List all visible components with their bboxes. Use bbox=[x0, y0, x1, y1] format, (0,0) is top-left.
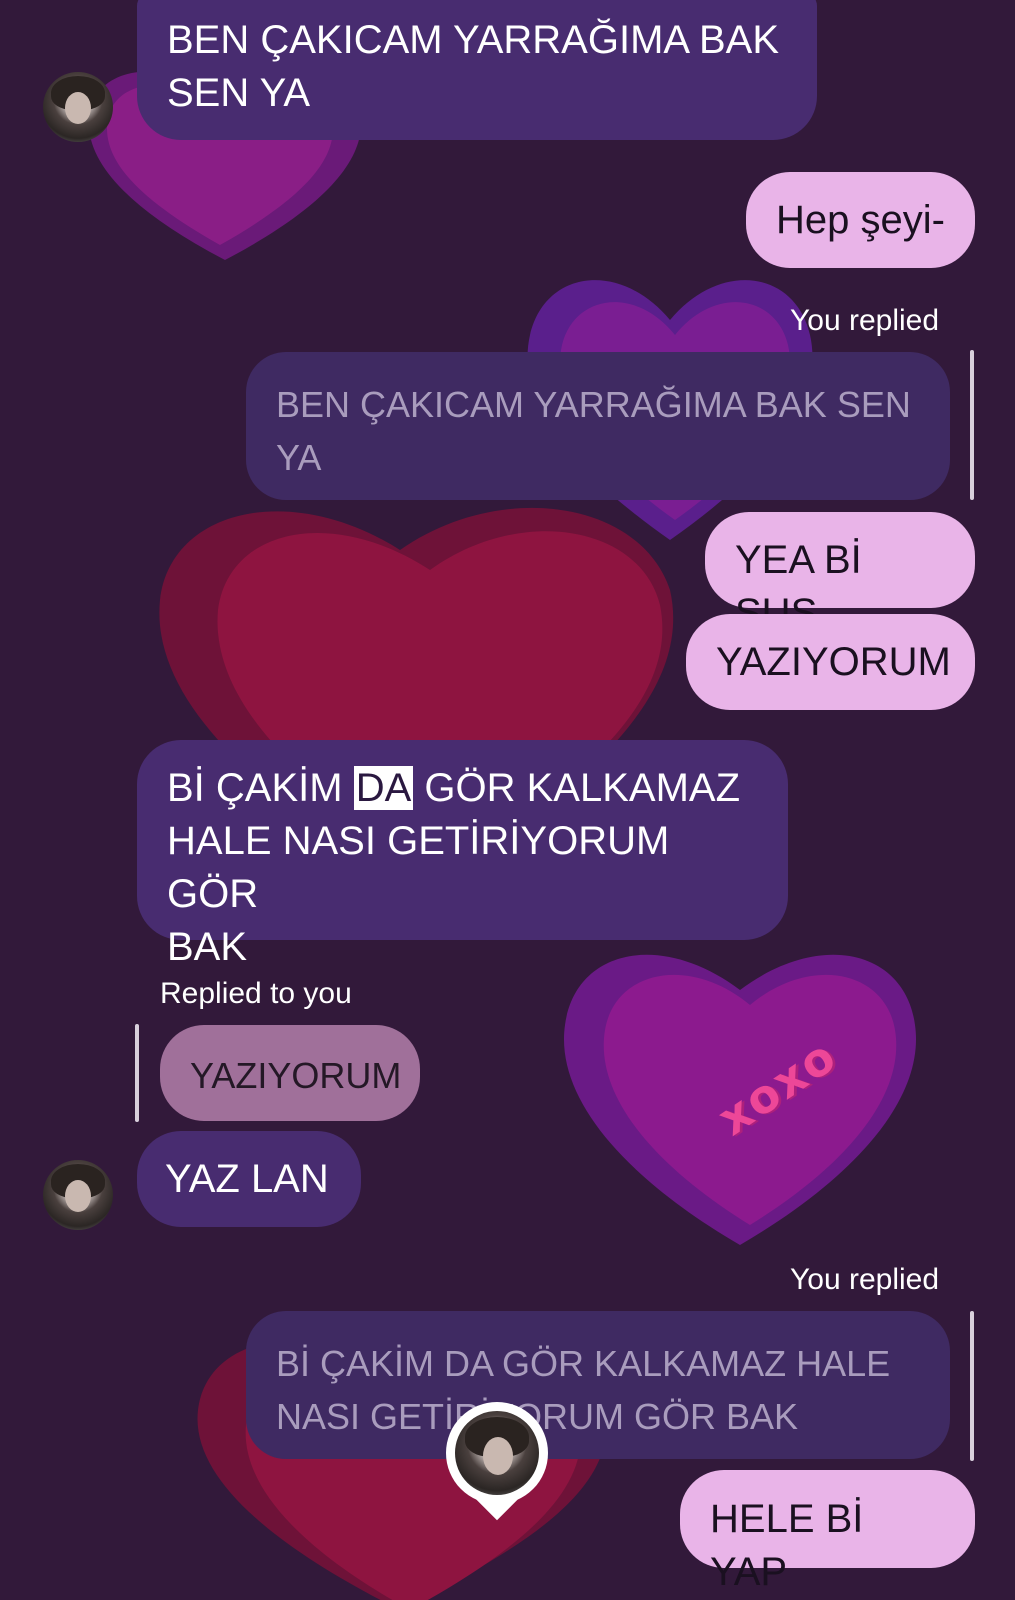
sent-message-hele-bi-yap[interactable]: HELE Bİ YAP bbox=[680, 1470, 975, 1594]
selected-text-highlight[interactable]: DA bbox=[353, 766, 414, 810]
sent-message-hep-seyi[interactable]: Hep şeyi- bbox=[746, 172, 975, 268]
avatar-face bbox=[65, 1180, 91, 1212]
quoted-reply-yaziyorum[interactable]: YAZIYORUM bbox=[160, 1025, 420, 1121]
received-message-yaz-lan[interactable]: YAZ LAN bbox=[137, 1131, 361, 1227]
received-message-2[interactable]: Bİ ÇAKİM DA GÖR KALKAMAZ HALE NASI GETİR… bbox=[137, 740, 788, 969]
reply-quote-rule bbox=[970, 1311, 974, 1461]
chat-thread[interactable]: xoxo BEN ÇAKICAM YARRAĞIMA BAK SEN YA He… bbox=[0, 0, 1015, 1600]
received-message-1[interactable]: BEN ÇAKICAM YARRAĞIMA BAK SEN YA bbox=[137, 0, 817, 140]
seen-avatar bbox=[455, 1411, 539, 1495]
replied-to-you-label: Replied to you bbox=[160, 977, 352, 1010]
reply-quote-rule bbox=[135, 1024, 139, 1122]
seen-avatar-pin bbox=[446, 1402, 548, 1524]
reply-quote-rule bbox=[970, 350, 974, 500]
quoted-message-1[interactable]: BEN ÇAKICAM YARRAĞIMA BAK SEN YA bbox=[246, 352, 950, 500]
avatar-face bbox=[65, 92, 91, 124]
sender-avatar[interactable] bbox=[43, 72, 113, 142]
you-replied-label: You replied bbox=[790, 304, 940, 337]
sent-message-yea-bi-sus[interactable]: YEA Bİ SUS bbox=[705, 512, 975, 635]
you-replied-label: You replied bbox=[790, 1263, 940, 1296]
sender-avatar[interactable] bbox=[43, 1160, 113, 1230]
sent-message-yaziyorum[interactable]: YAZIYORUM bbox=[686, 614, 975, 710]
message-text-part: Bİ ÇAKİM bbox=[167, 766, 354, 810]
quoted-message-2[interactable]: Bİ ÇAKİM DA GÖR KALKAMAZ HALE NASI GETİR… bbox=[246, 1311, 950, 1459]
avatar-face bbox=[483, 1437, 513, 1475]
